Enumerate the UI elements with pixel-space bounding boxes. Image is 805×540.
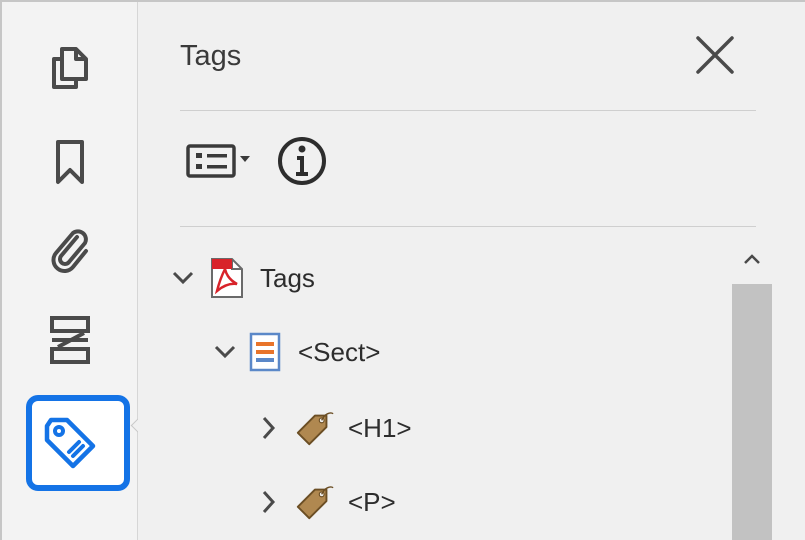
paperclip-icon bbox=[44, 223, 96, 275]
tree-node-h1[interactable]: <H1> bbox=[254, 400, 412, 456]
tree-node-sect[interactable]: <Sect> bbox=[210, 324, 380, 380]
options-menu-button[interactable] bbox=[184, 138, 268, 188]
order-button[interactable] bbox=[2, 305, 137, 375]
header-divider bbox=[180, 110, 756, 111]
tree-node-label: Tags bbox=[260, 262, 315, 293]
chevron-down-icon[interactable] bbox=[168, 263, 198, 293]
tags-button[interactable] bbox=[2, 395, 137, 491]
chevron-right-icon[interactable] bbox=[254, 487, 284, 517]
close-button[interactable] bbox=[690, 32, 740, 82]
panel-title: Tags bbox=[180, 40, 242, 72]
navigation-rail bbox=[2, 2, 147, 540]
attachments-button[interactable] bbox=[2, 214, 137, 284]
section-icon bbox=[244, 331, 286, 373]
close-icon bbox=[694, 34, 736, 81]
tree-node-p[interactable]: <P> bbox=[254, 474, 396, 530]
tree-scrollbar[interactable] bbox=[732, 238, 772, 540]
tag-icon bbox=[294, 481, 336, 523]
scroll-thumb[interactable] bbox=[732, 284, 772, 540]
pages-icon bbox=[44, 41, 96, 93]
tree-node-label: <H1> bbox=[348, 412, 412, 443]
toolbar-divider bbox=[180, 226, 756, 227]
bookmark-icon bbox=[44, 136, 96, 188]
tree-node-label: <P> bbox=[348, 486, 396, 517]
info-button[interactable] bbox=[273, 136, 331, 188]
chevron-down-icon[interactable] bbox=[210, 337, 240, 367]
tag-icon bbox=[294, 407, 336, 449]
options-menu-icon bbox=[184, 136, 268, 191]
chevron-up-icon bbox=[743, 252, 761, 270]
chevron-right-icon[interactable] bbox=[254, 413, 284, 443]
pdf-icon bbox=[206, 257, 248, 299]
bookmarks-button[interactable] bbox=[2, 127, 137, 197]
page-thumbnails-button[interactable] bbox=[2, 32, 137, 102]
tags-panel: Tags Tags <Sect> <H1> <P> bbox=[138, 2, 805, 540]
order-icon bbox=[44, 312, 96, 368]
tree-node-tags[interactable]: Tags bbox=[168, 250, 315, 306]
tag-icon bbox=[39, 412, 101, 474]
tree-node-label: <Sect> bbox=[298, 336, 381, 367]
scroll-up-button[interactable] bbox=[732, 238, 772, 284]
info-icon bbox=[276, 135, 328, 192]
